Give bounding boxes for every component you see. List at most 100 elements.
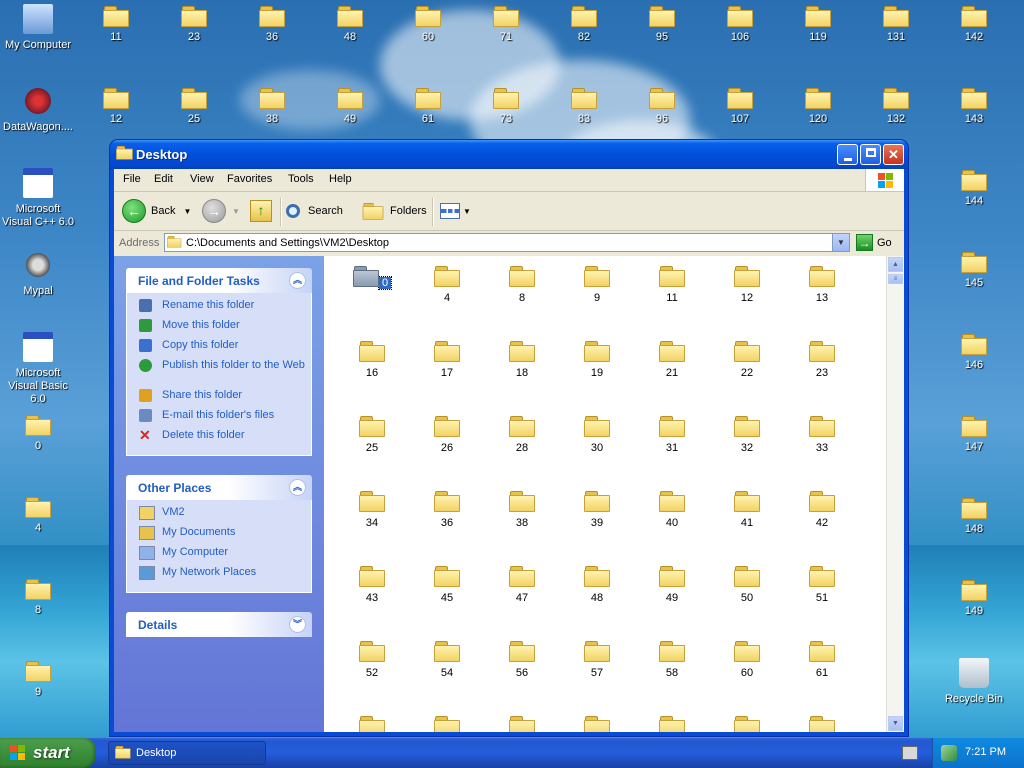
views-button[interactable]: ▼ — [440, 199, 471, 223]
keyboard-icon[interactable] — [902, 746, 918, 760]
place-link[interactable]: VM2 — [127, 506, 311, 526]
desktop-folder[interactable]: 143 — [936, 88, 1012, 126]
forward-button[interactable]: → ▼ — [202, 199, 240, 223]
close-button[interactable]: ✕ — [883, 144, 904, 165]
desktop-folder[interactable]: 147 — [936, 416, 1012, 454]
vertical-scrollbar[interactable]: ▲ ≡ ▼ — [886, 256, 904, 732]
desktop-folder[interactable]: 119 — [780, 6, 856, 44]
desktop-folder[interactable]: 131 — [858, 6, 934, 44]
start-button[interactable]: start — [0, 738, 96, 768]
desktop-folder[interactable]: 146 — [936, 334, 1012, 372]
panel-header[interactable]: Details ︾ — [126, 612, 312, 637]
desktop-folder[interactable]: 49 — [312, 88, 388, 126]
desktop-folder[interactable]: 0 — [0, 415, 76, 453]
desktop-folder[interactable]: 48 — [312, 6, 388, 44]
folder-item[interactable]: 50 — [712, 566, 782, 604]
task-link[interactable]: E-mail this folder's files — [127, 409, 311, 429]
up-folder-button[interactable]: ↑ — [250, 199, 272, 223]
folder-item[interactable]: 42 — [787, 491, 857, 529]
folder-item[interactable]: 49 — [637, 566, 707, 604]
desktop-folder[interactable]: 82 — [546, 6, 622, 44]
desktop-folder[interactable]: 142 — [936, 6, 1012, 44]
network-icon[interactable] — [941, 745, 957, 761]
folder-item[interactable]: 28 — [487, 416, 557, 454]
address-dropdown-button[interactable]: ▼ — [832, 234, 849, 251]
desktop-folder[interactable]: 96 — [624, 88, 700, 126]
folder-item[interactable] — [337, 716, 407, 732]
maximize-button[interactable] — [860, 144, 881, 165]
folder-item[interactable]: 58 — [637, 641, 707, 679]
desktop-folder[interactable]: 25 — [156, 88, 232, 126]
collapse-icon[interactable]: ︽ — [289, 272, 306, 289]
menu-edit[interactable]: Edit — [154, 173, 173, 185]
folder-item[interactable]: 23 — [787, 341, 857, 379]
desktop-folder[interactable]: 8 — [0, 579, 76, 617]
desktop-recycle-bin[interactable]: Recycle Bin — [936, 658, 1012, 706]
search-button[interactable]: Search — [286, 199, 343, 223]
desktop-shortcut[interactable]: Microsoft Visual C++ 6.0 — [0, 168, 76, 229]
folder-item[interactable]: 9 — [562, 266, 632, 304]
folder-item[interactable]: 47 — [487, 566, 557, 604]
menu-help[interactable]: Help — [329, 173, 352, 185]
folder-item[interactable]: 26 — [412, 416, 482, 454]
desktop-folder[interactable]: 60 — [390, 6, 466, 44]
folder-item[interactable]: 12 — [712, 266, 782, 304]
folder-item[interactable]: 38 — [487, 491, 557, 529]
desktop-folder[interactable]: 106 — [702, 6, 778, 44]
task-link[interactable]: Rename this folder — [127, 299, 311, 319]
taskbar-button-desktop[interactable]: Desktop — [108, 741, 266, 765]
desktop-folder[interactable]: 120 — [780, 88, 856, 126]
folder-item[interactable] — [412, 716, 482, 732]
folders-button[interactable]: Folders — [360, 199, 427, 223]
folder-item[interactable] — [487, 716, 557, 732]
folder-item[interactable]: 48 — [562, 566, 632, 604]
desktop-folder[interactable]: 71 — [468, 6, 544, 44]
scroll-thumb[interactable]: ≡ — [888, 274, 903, 284]
scroll-down-button[interactable]: ▼ — [888, 716, 903, 731]
collapse-icon[interactable]: ︽ — [289, 479, 306, 496]
desktop-folder[interactable]: 12 — [78, 88, 154, 126]
folder-item[interactable]: 4 — [412, 266, 482, 304]
folder-item[interactable]: 52 — [337, 641, 407, 679]
folder-item[interactable]: 32 — [712, 416, 782, 454]
folder-item[interactable]: 61 — [787, 641, 857, 679]
desktop-folder[interactable]: 144 — [936, 170, 1012, 208]
desktop-folder[interactable]: 61 — [390, 88, 466, 126]
desktop-folder[interactable]: 145 — [936, 252, 1012, 290]
folder-item[interactable] — [712, 716, 782, 732]
title-bar[interactable]: Desktop ✕ — [110, 140, 908, 169]
folder-item[interactable]: 45 — [412, 566, 482, 604]
folder-item[interactable]: 13 — [787, 266, 857, 304]
folder-item[interactable]: 22 — [712, 341, 782, 379]
task-link[interactable]: ✕ Delete this folder — [127, 428, 311, 449]
desktop-shortcut[interactable]: Microsoft Visual Basic 6.0 — [0, 332, 76, 406]
task-link[interactable]: Publish this folder to the Web — [127, 359, 311, 389]
back-button[interactable]: ← Back ▼ — [122, 199, 191, 223]
folder-item[interactable]: 25 — [337, 416, 407, 454]
folder-item[interactable]: 56 — [487, 641, 557, 679]
panel-header[interactable]: Other Places ︽ — [126, 475, 312, 500]
folder-item[interactable]: 11 — [637, 266, 707, 304]
desktop-folder[interactable]: 23 — [156, 6, 232, 44]
expand-icon[interactable]: ︾ — [289, 616, 306, 633]
folder-item[interactable] — [637, 716, 707, 732]
task-link[interactable]: Share this folder — [127, 389, 311, 409]
folder-item[interactable]: 33 — [787, 416, 857, 454]
folder-item[interactable]: 18 — [487, 341, 557, 379]
folder-item[interactable]: 0 — [337, 266, 407, 290]
panel-header[interactable]: File and Folder Tasks ︽ — [126, 268, 312, 293]
desktop-folder[interactable]: 148 — [936, 498, 1012, 536]
menu-favorites[interactable]: Favorites — [227, 173, 272, 185]
folder-item[interactable]: 60 — [712, 641, 782, 679]
desktop-shortcut[interactable]: My Computer — [0, 4, 76, 52]
desktop-shortcut[interactable]: Mypal — [0, 250, 76, 298]
folder-item[interactable]: 16 — [337, 341, 407, 379]
folder-item[interactable]: 21 — [637, 341, 707, 379]
folder-item[interactable]: 57 — [562, 641, 632, 679]
desktop-folder[interactable]: 36 — [234, 6, 310, 44]
minimize-button[interactable] — [837, 144, 858, 165]
folder-item[interactable] — [562, 716, 632, 732]
desktop-folder[interactable]: 9 — [0, 661, 76, 699]
chevron-down-icon[interactable]: ▼ — [232, 207, 240, 216]
folder-item[interactable]: 17 — [412, 341, 482, 379]
